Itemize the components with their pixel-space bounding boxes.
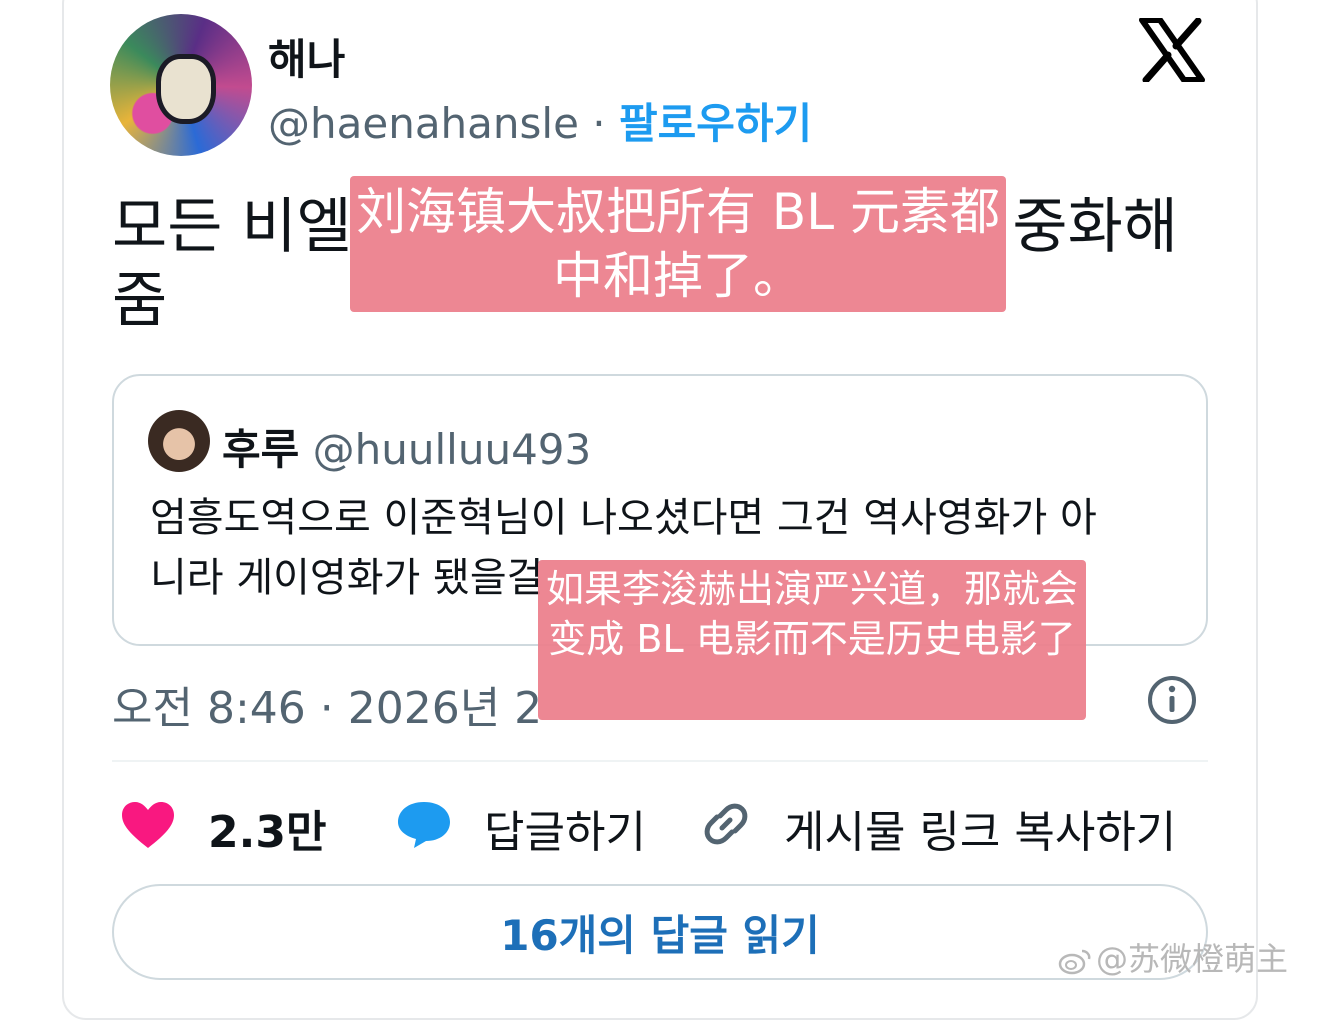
heart-icon[interactable]: [120, 800, 176, 850]
x-logo-icon[interactable]: [1138, 18, 1206, 82]
author-handle[interactable]: @haenahansle: [268, 99, 579, 148]
watermark: @苏微橙萌主: [1058, 934, 1288, 980]
quoted-author-name[interactable]: 후루: [222, 425, 299, 474]
divider: [112, 760, 1208, 762]
weibo-icon: [1058, 949, 1091, 975]
quoted-text-line1: 엄흥도역으로 이준혁님이 나오셨다면 그건 역사영화가 아: [150, 495, 1097, 541]
translation-overlay-2: 如果李浚赫出演严兴道，那就会变成 BL 电影而不是历史电影了: [538, 560, 1086, 720]
quoted-author-handle[interactable]: @huulluu493: [313, 425, 592, 474]
author-avatar[interactable]: [110, 14, 252, 156]
tweet-timestamp[interactable]: 오전 8:46 · 2026년 2: [112, 672, 542, 736]
tweet-text-line1-right: 중화해: [1012, 192, 1178, 262]
tweet-text-line1-left: 모든 비엘: [112, 192, 352, 262]
reply-button[interactable]: 답글하기: [484, 796, 646, 860]
quoted-author-header: 후루 @huulluu493: [222, 416, 591, 477]
reply-icon[interactable]: [396, 798, 452, 850]
separator-dot: ·: [592, 99, 606, 148]
author-handle-row: @haenahansle · 팔로우하기: [268, 90, 812, 151]
link-icon[interactable]: [700, 798, 752, 850]
quoted-author-avatar[interactable]: [148, 410, 210, 472]
translation-overlay-1: 刘海镇大叔把所有 BL 元素都中和掉了。: [350, 176, 1006, 312]
info-icon[interactable]: [1146, 674, 1198, 726]
follow-button[interactable]: 팔로우하기: [619, 99, 812, 148]
copy-link-button[interactable]: 게시물 링크 복사하기: [784, 796, 1176, 860]
author-display-name[interactable]: 해나: [268, 26, 345, 87]
like-count[interactable]: 2.3만: [208, 796, 326, 860]
watermark-text: @苏微橙萌主: [1096, 940, 1289, 978]
read-replies-button[interactable]: 16개의 답글 읽기: [112, 884, 1208, 980]
